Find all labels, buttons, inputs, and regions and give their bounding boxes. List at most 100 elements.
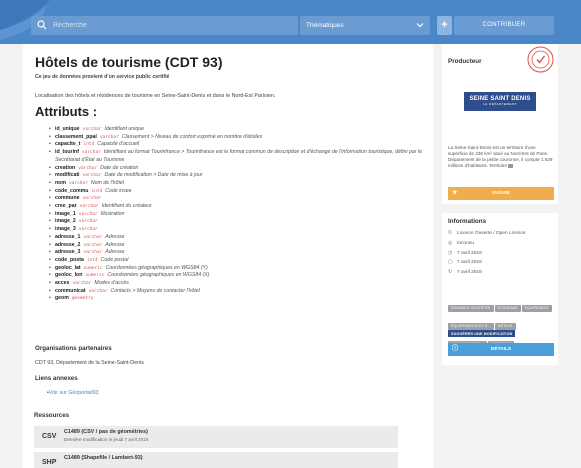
resource-row[interactable]: SHP C1489 (Shapefile / Lambert-93) xyxy=(34,452,398,468)
attribute-description: Date de modification > Date de mise à jo… xyxy=(104,172,203,179)
info-text: 7 avril 2016 xyxy=(457,250,482,256)
keyword-tag[interactable]: ÉCONOMIE xyxy=(494,304,521,312)
keyword-tag[interactable]: DONNÉES OUVERTES xyxy=(448,304,494,312)
attribute-description: Coordonnées géographiques en WGS84 (X) xyxy=(107,272,210,279)
attribute-name: adresse_1 xyxy=(55,233,81,240)
attribute-type: varchar xyxy=(83,242,103,248)
attribute-type: int4 xyxy=(83,142,95,148)
attribute-item: modificativarcharDate de modification > … xyxy=(49,172,429,180)
attribute-item: geomgeometry xyxy=(49,295,429,303)
add-button[interactable]: + xyxy=(437,16,452,35)
attribute-description: Nom de l'hôtel xyxy=(90,179,124,186)
frequency-icon: ◎ xyxy=(448,239,453,246)
attribute-name: capacite_t xyxy=(55,141,81,148)
attribute-name: nom xyxy=(55,179,66,186)
tag-list: DONNÉES OUVERTES ÉCONOMIE ÉQUIPEMENT ÉQUIPE… xyxy=(448,296,556,350)
resource-name[interactable]: C1489 (Shapefile / Lambert-93) xyxy=(64,455,143,461)
info-item-modified-date: ▢ 7 avril 2016 xyxy=(448,258,556,268)
attribute-name: id_unique xyxy=(55,126,80,132)
attribute-description: Adresse xyxy=(105,233,125,240)
attribute-description: Capacité d'accueil xyxy=(97,141,140,148)
partners-heading: Organisations partenaires xyxy=(35,345,112,352)
attribute-description: Date de création xyxy=(100,164,139,171)
attribute-type: numeric xyxy=(85,273,105,279)
information-list: © Licence Ouverte / Open Licence ◎ Inconnu ◷… xyxy=(448,229,556,278)
info-text: 7 avril 2016 xyxy=(457,260,482,266)
producer-logo[interactable]: SEINE SAINT DENIS LE DÉPARTEMENT xyxy=(464,92,536,111)
resources-heading: Ressources xyxy=(34,412,70,419)
page-title: Hôtels de tourisme (CDT 93) xyxy=(35,54,223,70)
attribute-name: image_2 xyxy=(55,218,76,225)
attribute-name: commune xyxy=(55,195,80,202)
attribute-description: Contacts > Moyens de contacter l'hôtel xyxy=(110,287,200,294)
attributes-list: id_uniquevarcharIdentifiant uniqueclasse… xyxy=(49,126,429,303)
attribute-type: varchar xyxy=(83,250,103,256)
attribute-name: adresse_2 xyxy=(55,241,81,248)
attribute-item: communevarchar xyxy=(49,195,429,203)
attribute-type: varchar xyxy=(78,165,98,171)
keyword-tag[interactable]: HÔTELS xyxy=(494,322,516,330)
info-icon: ⓘ xyxy=(452,346,459,352)
attribute-type: varchar xyxy=(82,127,102,132)
attribute-item: geoloc_lonnumericCoordonnées géographiqu… xyxy=(49,272,429,280)
updated-date-icon: ↻ xyxy=(448,269,453,276)
contribuer-button[interactable]: CONTRIBUER xyxy=(454,16,554,35)
certified-notice: Ce jeu de données provient d'un service … xyxy=(35,74,170,80)
producer-description: La Seine-Saint-Denis est un territoire d… xyxy=(448,145,553,168)
expand-description-toggle[interactable] xyxy=(508,163,514,168)
chevron-down-icon xyxy=(416,23,424,28)
resource-name[interactable]: C1489 (CSV / pas de géométries) xyxy=(64,429,148,435)
information-heading: Informations xyxy=(448,218,487,225)
info-text: Licence Ouverte / Open Licence xyxy=(457,231,526,236)
attribute-name: classement_ppal xyxy=(55,133,97,140)
attribute-description: Code postal xyxy=(100,256,129,263)
attribute-item: adresse_3varcharAdresse xyxy=(49,249,429,257)
attribute-description: Coordonnées géographiques en WGS84 (Y) xyxy=(105,264,208,271)
keyword-tag[interactable]: ÉQUIPEMENTS ET S... xyxy=(448,322,494,330)
search-box[interactable] xyxy=(31,16,298,35)
attribute-description: Identifiant au format Tourinfrance > Tou… xyxy=(55,149,422,163)
top-navbar: Thématiques + CONTRIBUER xyxy=(0,0,581,44)
suggest-edit-button[interactable]: SUGGÉRER UNE MODIFICATION xyxy=(448,330,516,337)
info-item-license: © Licence Ouverte / Open Licence xyxy=(448,229,556,239)
links-heading: Liens annexes xyxy=(35,375,78,382)
info-item-updated-date: ↻ 7 avril 2016 xyxy=(448,268,556,278)
created-date-icon: ◷ xyxy=(448,249,453,256)
attribute-name: code_commu xyxy=(55,187,89,194)
attribute-name: cree_par xyxy=(55,203,77,210)
attribute-type: varchar xyxy=(82,173,102,179)
attribute-item: adresse_1varcharAdresse xyxy=(49,234,429,242)
attribute-name: communicat xyxy=(55,287,86,294)
info-text: Inconnu xyxy=(457,240,475,246)
thematiques-dropdown[interactable]: Thématiques xyxy=(300,16,430,35)
attribute-name: modificati xyxy=(55,172,80,179)
attribute-type: varchar xyxy=(78,211,98,217)
search-input[interactable] xyxy=(53,18,293,33)
keyword-tag[interactable]: ÉQUIPEMENT xyxy=(521,304,552,312)
details-button[interactable]: ⓘ DÉTAILS xyxy=(448,343,554,356)
star-icon: ★ xyxy=(452,190,458,196)
attribute-type: varchar xyxy=(83,234,103,240)
thematiques-label: Thématiques xyxy=(306,22,344,29)
attribute-name: acces xyxy=(55,280,70,287)
attribute-type: int4 xyxy=(86,257,98,263)
attribute-item: id_uniquevarcharIdentifiant unique xyxy=(49,126,429,134)
attribute-name: adresse_3 xyxy=(55,249,81,256)
attribute-name: id_tourinf xyxy=(55,149,79,156)
producer-heading: Producteur xyxy=(448,58,482,65)
resource-format-badge: SHP xyxy=(42,459,57,466)
attribute-item: nomvarcharNom de l'hôtel xyxy=(49,180,429,188)
resource-modified-date: Dernière modification le jeudi 7 avril 2… xyxy=(64,437,149,442)
attribute-type: varchar xyxy=(82,196,102,202)
geoportail-link[interactable]: Voir sur Géoportail93 xyxy=(47,390,99,396)
attribute-description: Classement > Niveau de confort exprimé e… xyxy=(121,133,263,140)
attribute-item: id_tourinfvarcharIdentifiant au format T… xyxy=(49,149,429,164)
attribute-item: image_3varchar xyxy=(49,226,429,234)
resource-row[interactable]: CSV C1489 (CSV / pas de géométries) Dern… xyxy=(34,426,398,448)
attribute-name: geoloc_lat xyxy=(55,264,81,271)
attribute-item: capacite_tint4Capacité d'accueil xyxy=(49,141,429,149)
info-text: 7 avril 2016 xyxy=(457,270,482,276)
follow-button[interactable]: ★ SUIVRE xyxy=(448,187,554,200)
attribute-item: cree_parvarcharIdentifiant du créateur xyxy=(49,203,429,211)
license-icon: © xyxy=(448,230,452,236)
